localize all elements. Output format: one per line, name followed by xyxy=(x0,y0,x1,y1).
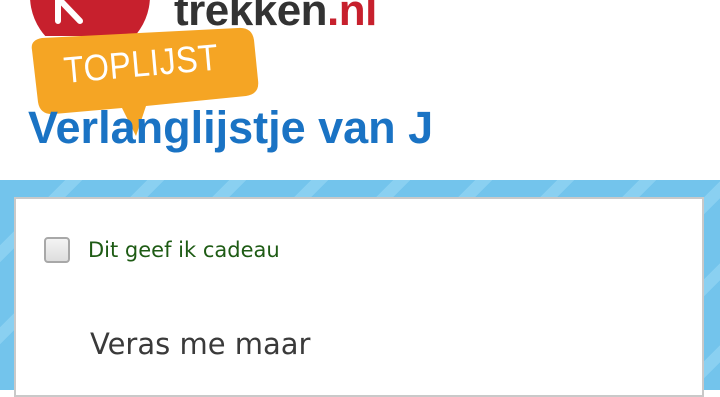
site-name-tld: nl xyxy=(338,0,378,35)
wishlist-item-card: Dit geef ik cadeau Veras me maar xyxy=(14,197,704,397)
page-title: Verlanglijstje van J xyxy=(28,102,434,153)
gift-toggle[interactable]: Dit geef ik cadeau xyxy=(44,233,280,267)
gift-checkbox-label[interactable]: Dit geef ik cadeau xyxy=(88,238,280,262)
site-header: trekken.nl TOPLIJST Verlanglijstje van J xyxy=(0,0,720,180)
item-title: Veras me maar xyxy=(90,327,311,361)
gift-checkbox[interactable] xyxy=(44,237,70,263)
site-name-dot: . xyxy=(327,0,339,35)
